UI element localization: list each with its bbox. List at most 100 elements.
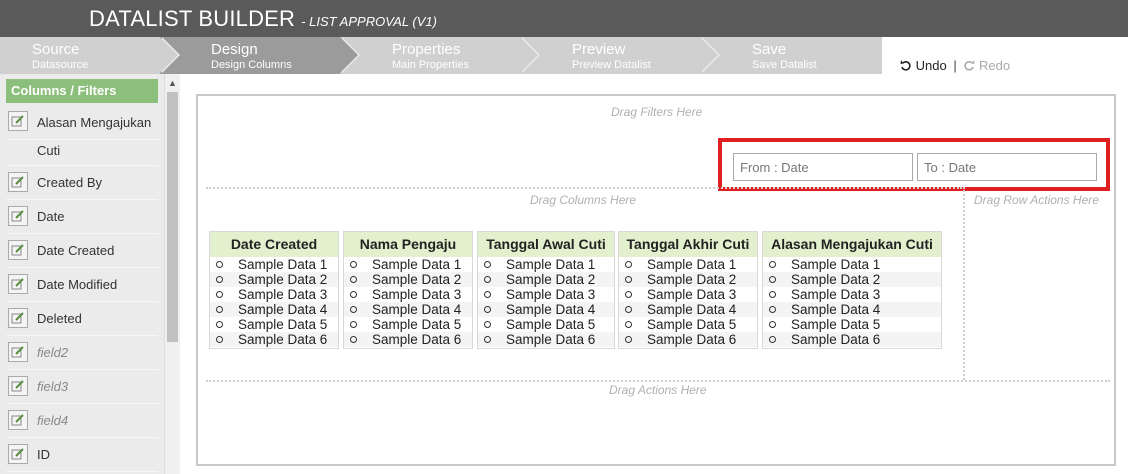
list-item: Sample Data 2 — [619, 272, 757, 287]
list-item: Sample Data 1 — [478, 257, 614, 272]
bullet-icon — [769, 306, 776, 313]
sidebar-item-field4[interactable]: field4 — [6, 404, 158, 438]
edit-field-icon — [8, 444, 28, 464]
sidebar-item-label: Alasan Mengajukan — [37, 115, 152, 130]
list-item: Sample Data 3 — [478, 287, 614, 302]
bullet-icon — [350, 306, 357, 313]
step-preview[interactable]: Preview Preview Datalist — [520, 37, 720, 74]
sample-data-text: Sample Data 1 — [791, 257, 881, 272]
list-item: Sample Data 3 — [210, 287, 338, 302]
drag-actions-hint: Drag Actions Here — [609, 383, 707, 397]
step-design-label: Design — [211, 41, 258, 58]
list-item: Sample Data 5 — [210, 317, 338, 332]
step-design[interactable]: Design Design Columns — [160, 37, 360, 74]
column-tanggal-awal-cuti[interactable]: Tanggal Awal Cuti Sample Data 1 Sample D… — [477, 231, 615, 349]
sample-data-text: Sample Data 4 — [647, 302, 737, 317]
sample-data-text: Sample Data 3 — [372, 287, 462, 302]
sidebar-item-label: Date Modified — [37, 277, 118, 292]
step-properties[interactable]: Properties Main Properties — [340, 37, 540, 74]
step-arrow — [340, 37, 358, 73]
bullet-icon — [625, 321, 632, 328]
sample-data-text: Sample Data 4 — [506, 302, 596, 317]
drag-row-actions-hint: Drag Row Actions Here — [974, 193, 1099, 207]
column-header: Tanggal Awal Cuti — [478, 232, 614, 257]
sidebar-item-created-by[interactable]: Created By — [6, 166, 158, 200]
sidebar-item-alasan-mengajukan[interactable]: Alasan Mengajukan — [6, 107, 158, 140]
sample-data-text: Sample Data 5 — [791, 317, 881, 332]
bullet-icon — [216, 321, 223, 328]
step-save[interactable]: Save Save Datalist — [700, 37, 882, 74]
sidebar-item-field2[interactable]: field2 — [6, 336, 158, 370]
sidebar-item-date[interactable]: Date — [6, 200, 158, 234]
list-item: Sample Data 3 — [619, 287, 757, 302]
column-header: Nama Pengaju — [344, 232, 472, 257]
step-source[interactable]: Source Datasource — [0, 37, 180, 74]
bullet-icon — [625, 261, 632, 268]
bullet-icon — [484, 336, 491, 343]
column-alasan-mengajukan-cuti[interactable]: Alasan Mengajukan Cuti Sample Data 1 Sam… — [762, 231, 942, 349]
edit-field-icon — [8, 240, 28, 260]
list-item: Sample Data 5 — [478, 317, 614, 332]
list-item: Sample Data 1 — [344, 257, 472, 272]
sample-data-text: Sample Data 1 — [238, 257, 328, 272]
from-date-filter[interactable]: From : Date — [733, 153, 913, 181]
list-item: Sample Data 6 — [619, 332, 757, 347]
edit-field-icon — [8, 111, 28, 131]
sample-data-text: Sample Data 3 — [238, 287, 328, 302]
edit-field-icon — [8, 376, 28, 396]
step-arrow — [700, 37, 718, 73]
bullet-icon — [350, 321, 357, 328]
scroll-up-icon[interactable]: ▲ — [168, 78, 177, 88]
sample-data-text: Sample Data 1 — [506, 257, 596, 272]
column-tanggal-akhir-cuti[interactable]: Tanggal Akhir Cuti Sample Data 1 Sample … — [618, 231, 758, 349]
step-preview-sub: Preview Datalist — [572, 59, 651, 71]
sample-data-text: Sample Data 2 — [506, 272, 596, 287]
list-item: Sample Data 4 — [619, 302, 757, 317]
sidebar-item-deleted[interactable]: Deleted — [6, 302, 158, 336]
sample-data-text: Sample Data 4 — [238, 302, 328, 317]
sidebar-scrollbar[interactable]: ▲ — [164, 74, 180, 474]
step-design-sub: Design Columns — [211, 59, 292, 71]
sample-data-text: Sample Data 4 — [791, 302, 881, 317]
column-date-created[interactable]: Date Created Sample Data 1 Sample Data 2… — [209, 231, 339, 349]
sidebar-item-label: field3 — [37, 379, 69, 394]
page-title: DATALIST BUILDER - LIST APPROVAL (V1) — [89, 6, 437, 32]
sample-data-text: Sample Data 4 — [372, 302, 462, 317]
undo-button[interactable]: Undo — [900, 58, 950, 73]
sample-data-text: Sample Data 2 — [372, 272, 462, 287]
sidebar-item-label: Created By — [37, 175, 103, 190]
sample-data-text: Sample Data 5 — [647, 317, 737, 332]
sidebar-item-label: Deleted — [37, 311, 82, 326]
list-item: Sample Data 3 — [344, 287, 472, 302]
column-nama-pengaju[interactable]: Nama Pengaju Sample Data 1 Sample Data 2… — [343, 231, 473, 349]
step-preview-label: Preview — [572, 41, 626, 58]
sample-data-text: Sample Data 5 — [372, 317, 462, 332]
scrollbar-thumb[interactable] — [167, 92, 178, 342]
undo-redo-bar: Undo | Redo — [900, 58, 1010, 73]
sidebar-item-date-created[interactable]: Date Created — [6, 234, 158, 268]
edit-field-icon — [8, 308, 28, 328]
list-item: Sample Data 6 — [210, 332, 338, 347]
sample-data-text: Sample Data 3 — [506, 287, 596, 302]
to-date-filter[interactable]: To : Date — [917, 153, 1097, 181]
list-item: Sample Data 4 — [478, 302, 614, 317]
sidebar-item-date-modified[interactable]: Date Modified — [6, 268, 158, 302]
sidebar-item-field3[interactable]: field3 — [6, 370, 158, 404]
bullet-icon — [769, 336, 776, 343]
step-source-label: Source — [32, 41, 80, 58]
sample-data-text: Sample Data 3 — [647, 287, 737, 302]
bullet-icon — [350, 291, 357, 298]
sidebar-item-label: Cuti — [37, 143, 61, 158]
list-item: Sample Data 4 — [763, 302, 941, 317]
sample-data-text: Sample Data 5 — [506, 317, 596, 332]
sidebar-item-cuti[interactable]: Cuti — [6, 140, 158, 166]
sidebar-item-id[interactable]: ID — [6, 438, 158, 472]
bullet-icon — [350, 336, 357, 343]
sample-data-text: Sample Data 3 — [791, 287, 881, 302]
sample-data-text: Sample Data 1 — [372, 257, 462, 272]
sidebar-item-label: Date — [37, 209, 65, 224]
redo-button[interactable]: Redo — [963, 58, 1010, 73]
sample-data-text: Sample Data 6 — [647, 332, 737, 347]
sidebar-item-label: field4 — [37, 413, 69, 428]
wizard-steps: Save Save Datalist Preview Preview Datal… — [0, 37, 882, 74]
